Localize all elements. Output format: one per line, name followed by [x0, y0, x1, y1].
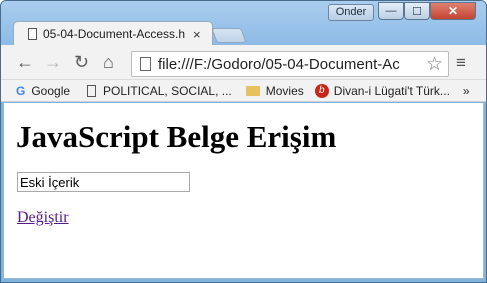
- user-profile-button[interactable]: Onder: [328, 4, 374, 21]
- bookmark-label: Google: [31, 83, 71, 98]
- reload-icon[interactable]: ↻: [74, 53, 89, 71]
- tab-close-icon[interactable]: ×: [193, 27, 201, 42]
- page-heading: JavaScript Belge Erişim: [16, 119, 337, 154]
- bookmark-google[interactable]: G Google: [16, 84, 70, 98]
- close-window-button[interactable]: ✕: [430, 2, 476, 20]
- google-icon: G: [16, 83, 26, 98]
- red-circle-icon: b: [314, 83, 329, 98]
- page-icon: [140, 57, 151, 71]
- title-bar: Onder — ☐ ✕ 05-04-Document-Access.h ×: [1, 1, 486, 46]
- bookmark-political[interactable]: POLITICAL, SOCIAL, ...: [87, 84, 232, 98]
- bookmark-divan[interactable]: b Divan-i Lügati't Türk...: [314, 83, 450, 98]
- content-input[interactable]: [17, 172, 190, 192]
- page-icon: [87, 84, 97, 97]
- change-link[interactable]: Değiştir: [17, 209, 69, 227]
- address-bar[interactable]: file:///F:/Godoro/05-04-Document-Ac: [131, 51, 449, 77]
- forward-icon[interactable]: →: [44, 53, 62, 71]
- document-icon: [28, 28, 37, 40]
- menu-icon[interactable]: ≡: [456, 53, 466, 73]
- bookmark-label: Divan-i Lügati't Türk...: [333, 83, 450, 98]
- home-icon[interactable]: ⌂: [103, 53, 114, 71]
- tab-title: 05-04-Document-Access.h: [43, 27, 186, 41]
- browser-tab[interactable]: 05-04-Document-Access.h ×: [13, 21, 213, 46]
- back-icon[interactable]: ←: [16, 53, 34, 71]
- minimize-button[interactable]: —: [378, 2, 404, 20]
- bookmark-star-icon[interactable]: ☆: [426, 53, 443, 76]
- maximize-button[interactable]: ☐: [404, 2, 430, 20]
- new-tab-button[interactable]: [211, 28, 247, 43]
- folder-icon: [245, 85, 260, 96]
- address-url[interactable]: file:///F:/Godoro/05-04-Document-Ac: [158, 56, 400, 73]
- bookmark-label: POLITICAL, SOCIAL, ...: [103, 83, 232, 98]
- browser-window: Onder — ☐ ✕ 05-04-Document-Access.h × ← …: [0, 0, 487, 283]
- bookmark-movies[interactable]: Movies: [245, 83, 304, 98]
- bookmark-label: Movies: [265, 83, 304, 98]
- page-content: JavaScript Belge Erişim Değiştir: [3, 103, 484, 279]
- bookmarks-bar: G Google POLITICAL, SOCIAL, ... Movies b…: [1, 80, 486, 102]
- bookmarks-overflow-icon[interactable]: »: [463, 84, 470, 98]
